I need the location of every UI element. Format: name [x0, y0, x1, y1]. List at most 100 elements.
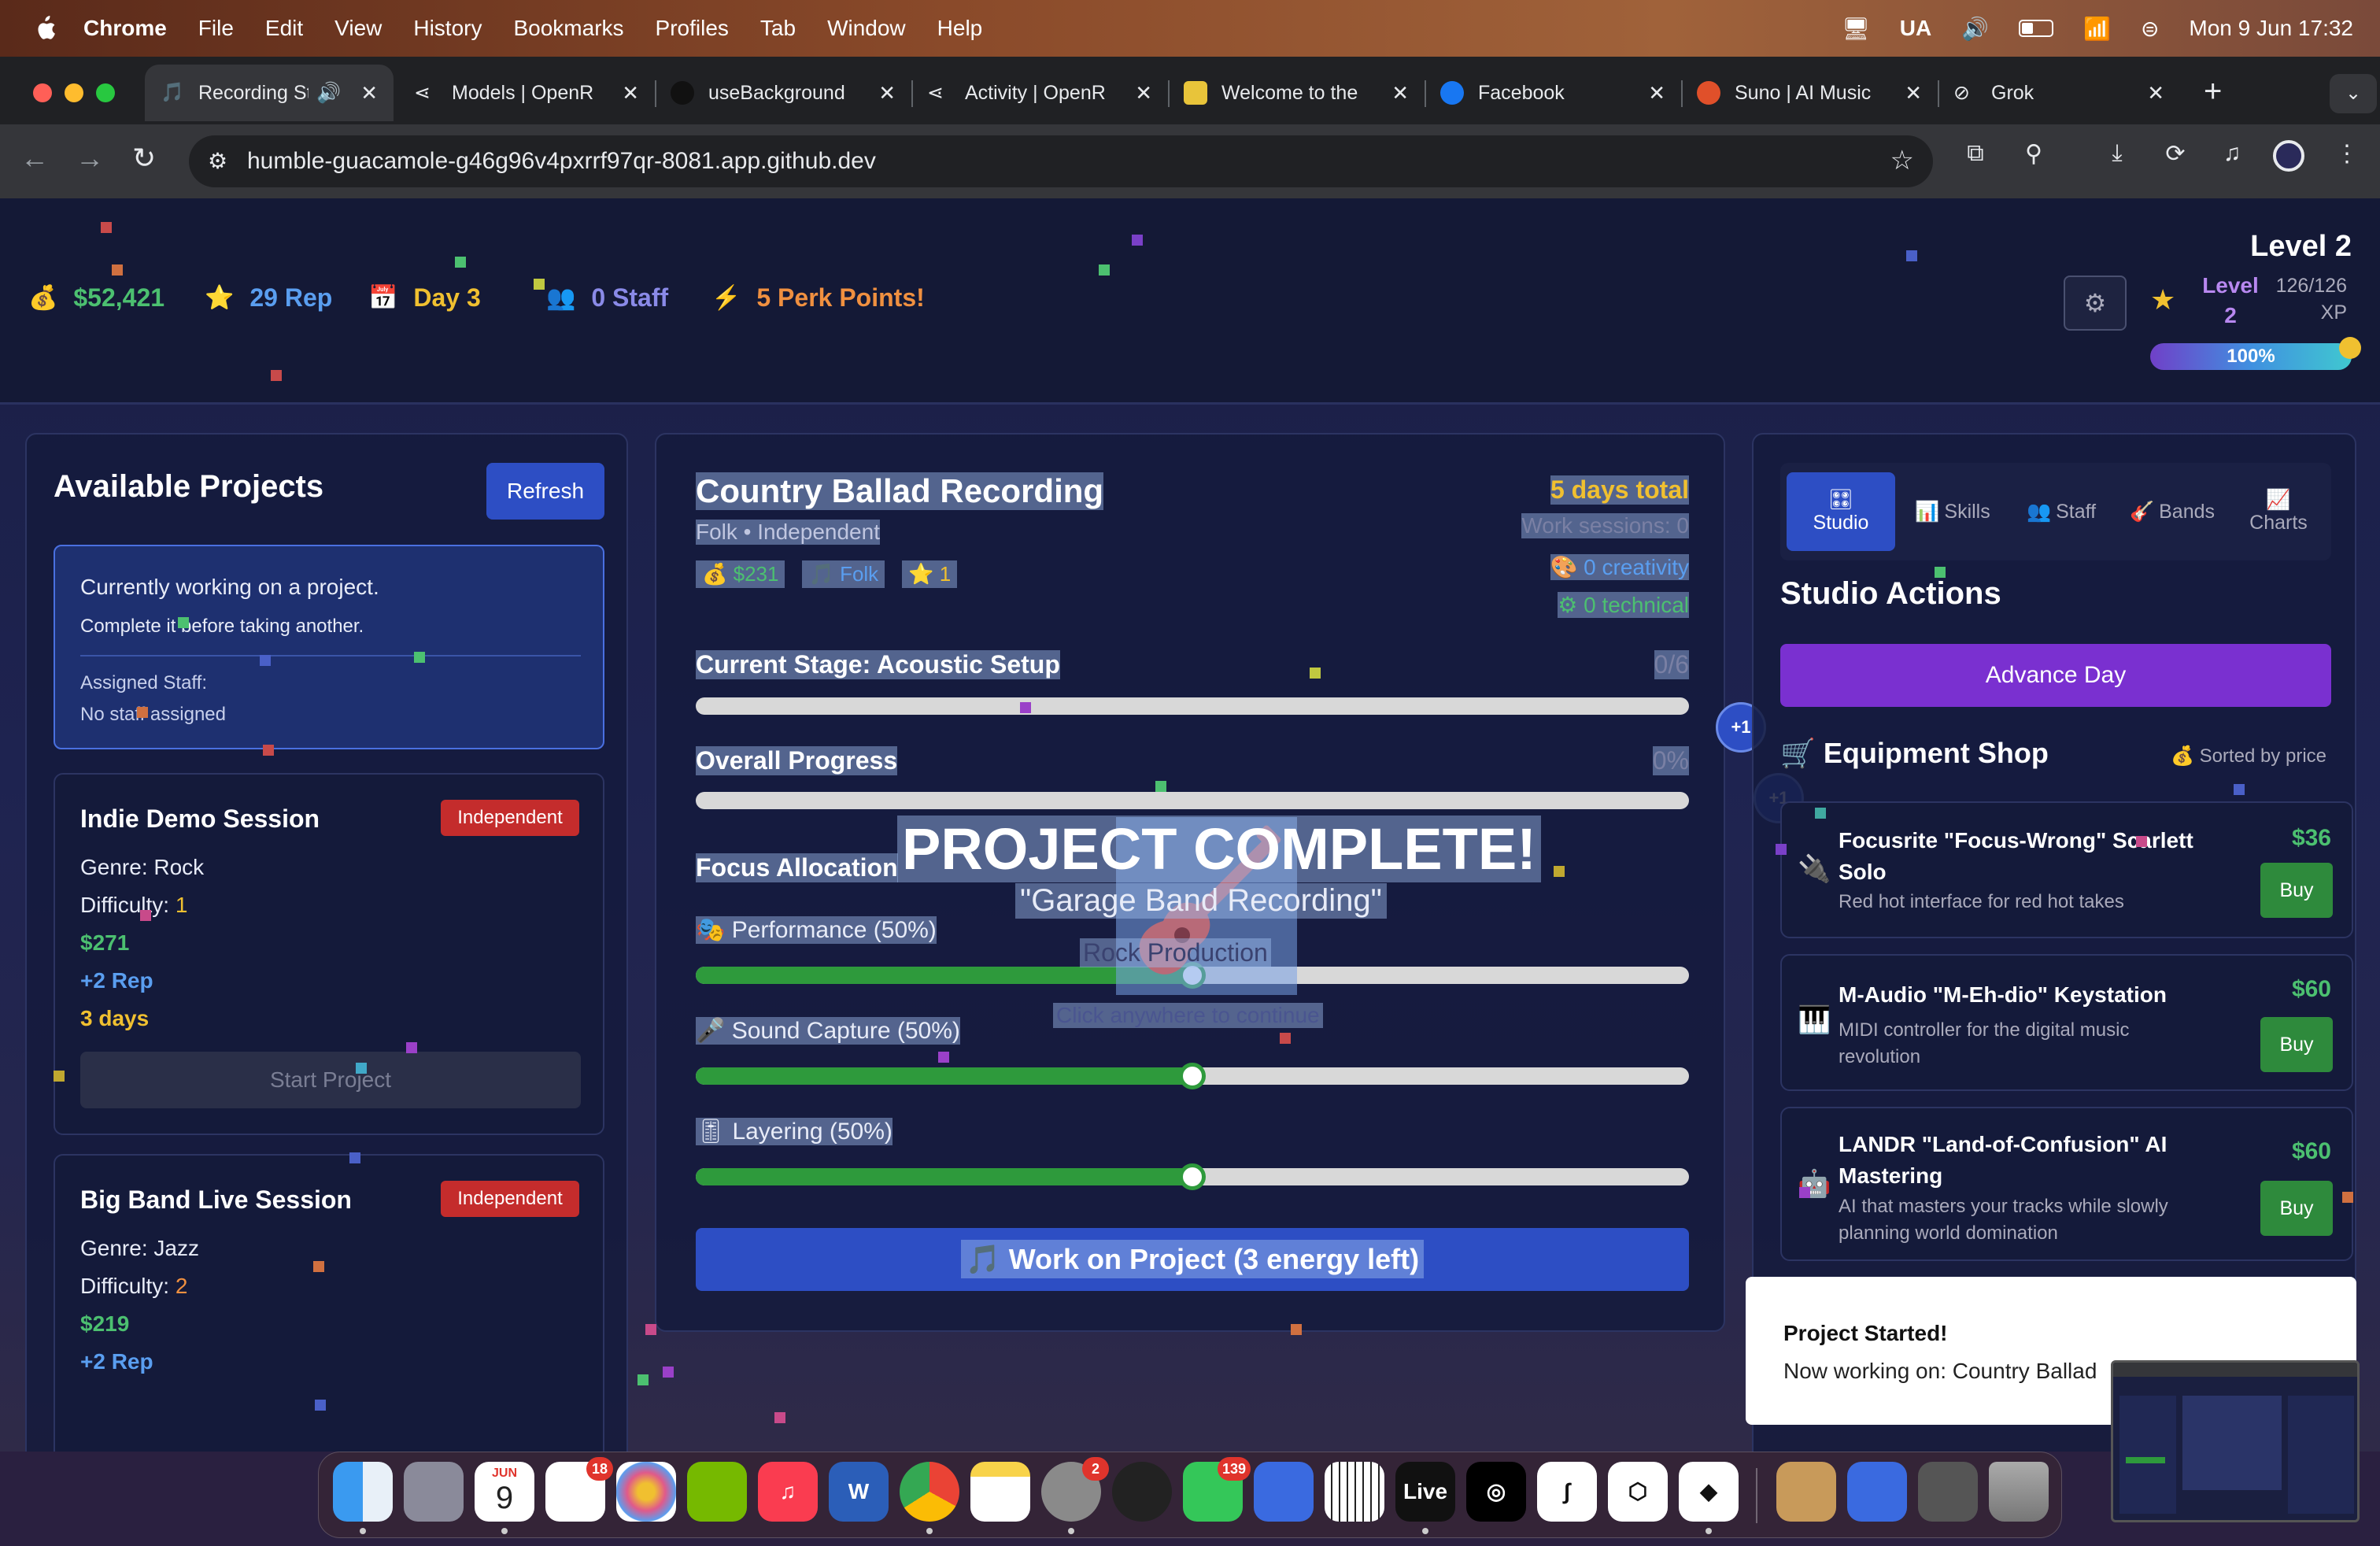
completed-project-name[interactable]: "Garage Band Recording": [1015, 883, 1387, 919]
forward-button[interactable]: →: [76, 142, 104, 175]
chrome-menu-icon[interactable]: ⋮: [2331, 140, 2363, 172]
back-button[interactable]: ←: [20, 142, 49, 175]
piano-icon[interactable]: [1325, 1462, 1384, 1522]
menu-file[interactable]: File: [198, 16, 234, 41]
download-icon[interactable]: ⤓: [2101, 140, 2133, 172]
click-to-continue-hint[interactable]: Click anywhere to continue: [1053, 1003, 1323, 1028]
buy-button[interactable]: Buy: [2260, 1017, 2333, 1072]
tab-charts[interactable]: 📈 Charts: [2230, 472, 2326, 551]
system-settings-icon[interactable]: 2: [1041, 1457, 1109, 1522]
perplexity-icon[interactable]: ∫: [1537, 1462, 1597, 1522]
tab-staff[interactable]: 👥 Staff: [2010, 472, 2112, 551]
start-project-button[interactable]: Start Project: [80, 1052, 581, 1108]
downloads-stack-icon[interactable]: [1918, 1462, 1978, 1522]
close-tab-icon[interactable]: ✕: [1905, 81, 1922, 105]
control-center-icon[interactable]: ⊜: [2141, 16, 2159, 42]
media-control-icon[interactable]: ♫: [2216, 140, 2248, 172]
bookmark-star-icon[interactable]: ☆: [1890, 145, 1914, 176]
launchpad-icon[interactable]: [404, 1462, 464, 1522]
menu-bookmarks[interactable]: Bookmarks: [513, 16, 623, 41]
menu-window[interactable]: Window: [827, 16, 906, 41]
settings-button[interactable]: ⚙: [2064, 276, 2127, 331]
tab-welcome[interactable]: Welcome to the ✕: [1168, 65, 1426, 121]
refresh-button[interactable]: Refresh: [486, 463, 604, 520]
close-tab-icon[interactable]: ✕: [878, 81, 896, 105]
work-on-project-button[interactable]: 🎵 Work on Project (3 energy left): [696, 1228, 1689, 1291]
buy-button[interactable]: Buy: [2260, 1181, 2333, 1236]
menu-edit[interactable]: Edit: [265, 16, 303, 41]
obs-icon[interactable]: [1112, 1462, 1172, 1522]
tab-grok[interactable]: ⊘ Grok ✕: [1938, 65, 2180, 121]
display-icon[interactable]: 🖥: [1842, 16, 1870, 42]
cube-app-icon[interactable]: ◆: [1679, 1462, 1739, 1522]
buy-button[interactable]: Buy: [2260, 863, 2333, 918]
calendar-icon[interactable]: JUN 9: [475, 1462, 534, 1522]
finder-icon[interactable]: [333, 1462, 393, 1522]
openai-icon[interactable]: ◎: [1466, 1462, 1526, 1522]
tab-studio[interactable]: 🎛 Studio: [1787, 472, 1895, 551]
tab-models-openrouter[interactable]: ⋖ Models | OpenR ✕: [398, 65, 656, 121]
menu-view[interactable]: View: [334, 16, 382, 41]
archive-folder-icon[interactable]: [1776, 1462, 1836, 1522]
photos-icon[interactable]: [616, 1462, 676, 1522]
profile-avatar[interactable]: [2273, 140, 2304, 172]
close-window-button[interactable]: [33, 83, 52, 102]
menu-tab[interactable]: Tab: [760, 16, 796, 41]
menu-help[interactable]: Help: [937, 16, 983, 41]
tab-activity-openrouter[interactable]: ⋖ Activity | OpenR ✕: [911, 65, 1170, 121]
screenshot-thumbnail[interactable]: [2111, 1360, 2360, 1522]
iphone-mirroring-icon[interactable]: [1254, 1462, 1314, 1522]
ableton-live-icon[interactable]: Live: [1395, 1462, 1455, 1522]
messages-icon[interactable]: 139: [1183, 1457, 1251, 1522]
screen-folder-icon[interactable]: [1847, 1462, 1907, 1522]
menu-profiles[interactable]: Profiles: [656, 16, 729, 41]
tab-bands[interactable]: 🎸 Bands: [2119, 472, 2226, 551]
layering-slider-handle[interactable]: [1179, 1163, 1206, 1190]
tab-usebackground[interactable]: useBackground ✕: [655, 65, 913, 121]
nvidia-icon[interactable]: [687, 1462, 747, 1522]
tab-skills[interactable]: 📊 Skills: [1901, 472, 2004, 551]
perk-value[interactable]: 5 Perk Points!: [756, 283, 924, 313]
menu-app-name[interactable]: Chrome: [83, 16, 167, 41]
apple-logo-icon[interactable]: [31, 15, 57, 42]
sound-capture-slider-handle[interactable]: [1179, 1063, 1206, 1089]
notes-icon[interactable]: [970, 1462, 1030, 1522]
perk-stat[interactable]: ⚡ 5 Perk Points!: [711, 283, 925, 313]
site-settings-icon[interactable]: ⚙: [208, 148, 227, 174]
input-source[interactable]: UA: [1900, 16, 1931, 41]
url-text[interactable]: humble-guacamole-g46g96v4pxrrf97qr-8081.…: [247, 148, 876, 175]
project-complete-title[interactable]: PROJECT COMPLETE!: [897, 816, 1541, 882]
completed-project-type[interactable]: Rock Production: [1080, 938, 1271, 967]
advance-day-button[interactable]: Advance Day: [1780, 644, 2331, 707]
address-bar[interactable]: ⚙ humble-guacamole-g46g96v4pxrrf97qr-808…: [189, 135, 1933, 187]
new-tab-button[interactable]: +: [2204, 74, 2222, 109]
close-tab-icon[interactable]: ✕: [360, 81, 378, 105]
tab-facebook[interactable]: Facebook ✕: [1425, 65, 1683, 121]
tab-suno[interactable]: Suno | AI Music ✕: [1681, 65, 1939, 121]
unity-icon[interactable]: ⬡: [1608, 1462, 1668, 1522]
reload-button[interactable]: ↻: [132, 142, 156, 175]
sound-capture-slider[interactable]: [696, 1063, 1689, 1089]
tab-search-button[interactable]: ⌄: [2330, 74, 2377, 113]
zoom-window-button[interactable]: [96, 83, 115, 102]
menu-history[interactable]: History: [413, 16, 482, 41]
menubar-clock[interactable]: Mon 9 Jun 17:32: [2189, 16, 2353, 41]
trash-icon[interactable]: [1989, 1462, 2049, 1522]
chrome-icon[interactable]: [900, 1462, 959, 1522]
minimize-window-button[interactable]: [65, 83, 83, 102]
extension-icon[interactable]: ⧉: [1960, 140, 1991, 172]
puzzle-icon[interactable]: ⚲: [2018, 140, 2049, 172]
close-tab-icon[interactable]: ✕: [1391, 81, 1409, 105]
performance-icon[interactable]: ⟳: [2160, 140, 2191, 172]
music-icon[interactable]: ♫: [758, 1462, 818, 1522]
close-tab-icon[interactable]: ✕: [1135, 81, 1152, 105]
volume-icon[interactable]: 🔊: [1961, 16, 1989, 42]
wifi-icon[interactable]: 📶: [2083, 16, 2111, 42]
battery-icon[interactable]: [2019, 20, 2054, 37]
tab-recording-studio[interactable]: 🎵 Recording St 🔊 ✕: [145, 65, 394, 121]
reminders-icon[interactable]: 18: [545, 1457, 613, 1522]
word-icon[interactable]: W: [829, 1462, 889, 1522]
close-tab-icon[interactable]: ✕: [2147, 81, 2164, 105]
close-tab-icon[interactable]: ✕: [622, 81, 639, 105]
close-tab-icon[interactable]: ✕: [1648, 81, 1665, 105]
